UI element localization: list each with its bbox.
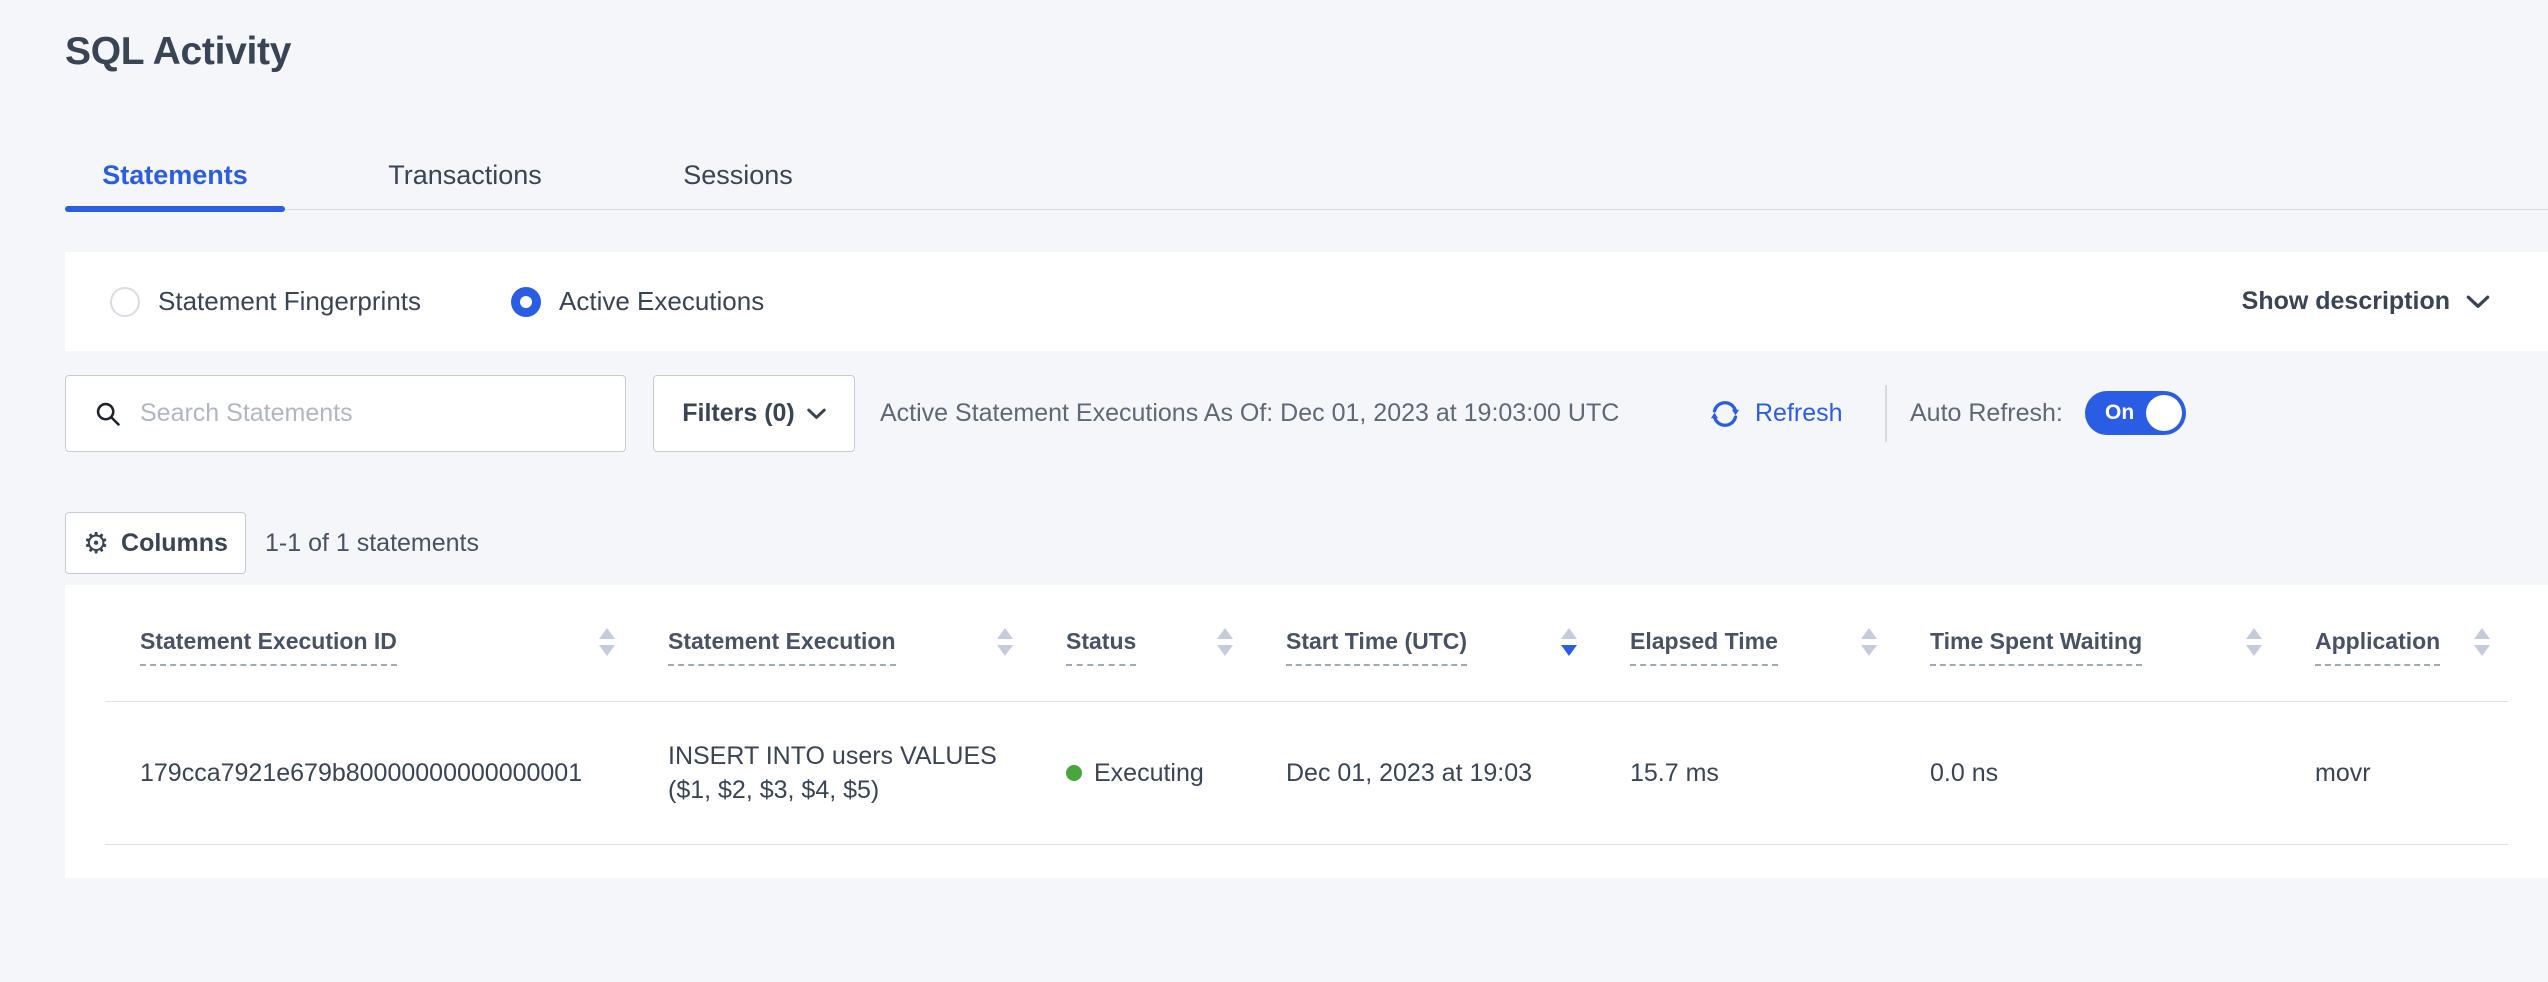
tab-bar: Statements Transactions Sessions bbox=[0, 140, 2548, 210]
column-header-statement-execution-id[interactable]: Statement Execution ID bbox=[105, 585, 633, 701]
table-row[interactable]: 179cca7921e679b80000000000000001 INSERT … bbox=[105, 702, 2508, 845]
filters-button-label: Filters (0) bbox=[682, 399, 795, 428]
refresh-label: Refresh bbox=[1755, 399, 1843, 428]
sort-icon bbox=[1861, 628, 1877, 656]
column-header-start-time[interactable]: Start Time (UTC) bbox=[1251, 585, 1595, 701]
cell-status: Executing bbox=[1031, 702, 1251, 844]
results-count: 1-1 of 1 statements bbox=[265, 512, 479, 574]
status-dot-icon bbox=[1066, 765, 1082, 781]
tab-transactions[interactable]: Transactions bbox=[340, 140, 590, 210]
radio-active-executions-label: Active Executions bbox=[559, 286, 764, 317]
as-of-timestamp: Active Statement Executions As Of: Dec 0… bbox=[880, 375, 1619, 452]
toolbar-divider bbox=[1885, 385, 1887, 442]
show-description-toggle[interactable]: Show description bbox=[2242, 252, 2490, 351]
column-header-statement-execution[interactable]: Statement Execution bbox=[633, 585, 1031, 701]
radio-active-executions[interactable]: Active Executions bbox=[511, 286, 764, 317]
tab-statements[interactable]: Statements bbox=[65, 140, 285, 210]
auto-refresh-toggle[interactable]: On bbox=[2085, 391, 2186, 435]
sort-icon bbox=[599, 628, 615, 656]
search-icon bbox=[94, 400, 122, 428]
tab-transactions-label: Transactions bbox=[388, 160, 542, 191]
column-header-application[interactable]: Application bbox=[2280, 585, 2508, 701]
radio-statement-fingerprints-label: Statement Fingerprints bbox=[158, 286, 421, 317]
sort-icon-descending-active bbox=[1561, 628, 1577, 656]
filters-button[interactable]: Filters (0) bbox=[653, 375, 855, 452]
chevron-down-icon bbox=[2466, 295, 2490, 309]
sort-icon bbox=[2246, 628, 2262, 656]
column-header-elapsed-time[interactable]: Elapsed Time bbox=[1595, 585, 1895, 701]
statements-toolbar: Filters (0) Active Statement Executions … bbox=[65, 375, 2548, 452]
columns-button[interactable]: ⚙ Columns bbox=[65, 512, 246, 574]
cell-statement-execution: INSERT INTO users VALUES ($1, $2, $3, $4… bbox=[633, 702, 1031, 844]
show-description-label: Show description bbox=[2242, 287, 2450, 316]
radio-statement-fingerprints[interactable]: Statement Fingerprints bbox=[110, 286, 421, 317]
active-tab-indicator bbox=[65, 206, 285, 212]
auto-refresh-state: On bbox=[2105, 391, 2134, 435]
search-input[interactable] bbox=[140, 399, 607, 428]
chevron-down-icon bbox=[807, 408, 826, 420]
search-box bbox=[65, 375, 626, 452]
cell-start-time: Dec 01, 2023 at 19:03 bbox=[1251, 702, 1595, 844]
table-header-row: Statement Execution ID Statement Executi… bbox=[105, 585, 2508, 702]
radio-on-icon bbox=[511, 287, 541, 317]
tab-statements-label: Statements bbox=[102, 160, 248, 191]
cell-execution-id: 179cca7921e679b80000000000000001 bbox=[105, 702, 633, 844]
cell-elapsed-time: 15.7 ms bbox=[1595, 702, 1895, 844]
toggle-knob bbox=[2146, 395, 2182, 431]
sort-icon bbox=[2474, 628, 2490, 656]
auto-refresh-label: Auto Refresh: bbox=[1910, 375, 2063, 452]
refresh-icon bbox=[1707, 396, 1743, 432]
page-title: SQL Activity bbox=[65, 30, 291, 74]
refresh-button[interactable]: Refresh bbox=[1707, 375, 1843, 452]
cell-time-spent-waiting: 0.0 ns bbox=[1895, 702, 2280, 844]
status-label: Executing bbox=[1094, 759, 1204, 788]
radio-off-icon bbox=[110, 287, 140, 317]
gear-icon: ⚙ bbox=[83, 529, 109, 558]
sort-icon bbox=[997, 628, 1013, 656]
columns-button-label: Columns bbox=[121, 529, 228, 558]
sort-icon bbox=[1217, 628, 1233, 656]
statements-table: Statement Execution ID Statement Executi… bbox=[65, 585, 2548, 878]
tab-sessions[interactable]: Sessions bbox=[638, 140, 838, 210]
tab-sessions-label: Sessions bbox=[683, 160, 793, 191]
table-controls: ⚙ Columns 1-1 of 1 statements bbox=[65, 512, 2548, 574]
column-header-time-spent-waiting[interactable]: Time Spent Waiting bbox=[1895, 585, 2280, 701]
column-header-status[interactable]: Status bbox=[1031, 585, 1251, 701]
cell-application: movr bbox=[2280, 702, 2508, 844]
view-mode-card: Statement Fingerprints Active Executions… bbox=[65, 252, 2548, 351]
